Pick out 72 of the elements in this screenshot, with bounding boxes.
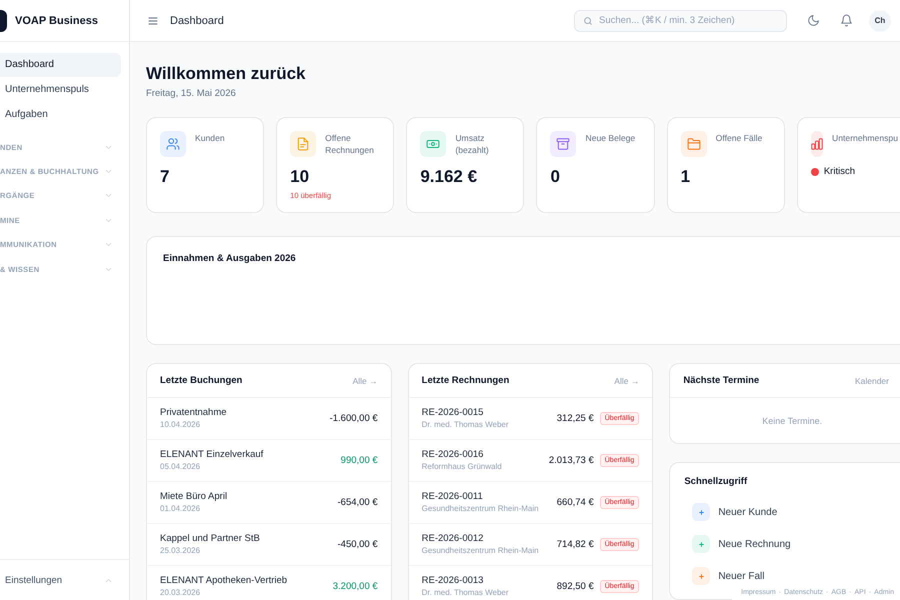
view-all-link[interactable]: Kalender xyxy=(854,376,889,386)
booking-date: 25.03.2026 xyxy=(160,545,202,556)
kpi-label: Offene Rechnungen xyxy=(325,132,375,156)
view-all-link[interactable]: Alle → xyxy=(352,376,378,386)
user-avatar[interactable]: Ch xyxy=(869,10,891,32)
kpi-value: 1 xyxy=(680,167,692,187)
quick-action[interactable]: Neuer Fall xyxy=(692,567,764,585)
settings-label: Einstellungen xyxy=(5,574,62,586)
invoice-customer: Gesundheitszentrum Rhein-Main xyxy=(422,503,539,514)
kpi-value: 7 xyxy=(160,167,170,187)
search-field[interactable]: Suchen... (⌘K / min. 3 Zeichen) xyxy=(574,10,787,32)
invoice-number: RE-2026-0016 xyxy=(422,449,484,461)
kpi-label: Unternehmenspu xyxy=(832,132,898,144)
booking-amount: -654,00 € xyxy=(338,497,378,508)
booking-date: 05.04.2026 xyxy=(160,461,202,472)
brand-name: VOAP Business xyxy=(15,14,98,26)
card-title: Letzte Buchungen xyxy=(160,374,242,386)
nav-item[interactable]: Unternehmenspuls xyxy=(0,78,121,102)
card-title: Nächste Termine xyxy=(683,374,760,386)
menu-icon[interactable] xyxy=(147,14,159,26)
invoice-amount: 892,50 € xyxy=(556,581,594,592)
kpi-label: Offene Fälle xyxy=(716,132,762,144)
kpi-label: Neue Belege xyxy=(585,132,636,144)
invoice-customer: Reformhaus Grünwald xyxy=(422,461,502,472)
quick-action[interactable]: Neue Rechnung xyxy=(692,535,791,553)
quick-action[interactable]: Neuer Kunde xyxy=(692,503,778,521)
invoice-amount: 660,74 € xyxy=(556,497,594,508)
quick-action-label: Neue Rechnung xyxy=(718,538,791,550)
booking-name: Privatentnahme xyxy=(160,407,227,419)
kpi-value: 9.162 € xyxy=(420,167,478,187)
kpi-value: 0 xyxy=(550,167,561,187)
page-title: Dashboard xyxy=(170,14,224,26)
booking-name: ELENANT Einzelverkauf xyxy=(160,449,264,461)
status-label: Kritisch xyxy=(824,166,855,177)
nav-item[interactable]: Aufgaben xyxy=(0,103,121,127)
booking-name: Miete Büro April xyxy=(160,491,228,503)
nav-item[interactable]: Dashboard xyxy=(0,53,121,77)
booking-amount: 990,00 € xyxy=(340,455,378,466)
card-title: Einnahmen & Ausgaben 2026 xyxy=(163,253,297,265)
invoice-number: RE-2026-0011 xyxy=(422,491,484,503)
moon-icon[interactable] xyxy=(807,14,820,27)
card-title: Schnellzugriff xyxy=(684,476,748,488)
invoice-amount: 2.013,73 € xyxy=(548,455,594,466)
invoice-amount: 714,82 € xyxy=(556,539,594,550)
quick-action-label: Neuer Fall xyxy=(718,570,764,582)
invoice-customer: Gesundheitszentrum Rhein-Main xyxy=(422,545,539,556)
booking-date: 01.04.2026 xyxy=(160,503,202,514)
booking-name: Kappel und Partner StB xyxy=(160,533,260,545)
view-all-link[interactable]: Alle → xyxy=(614,376,640,386)
invoice-number: RE-2026-0015 xyxy=(422,407,484,419)
invoice-number: RE-2026-0013 xyxy=(422,575,484,587)
kpi-label: Umsatz (bezahlt) xyxy=(455,132,490,156)
search-icon xyxy=(583,16,593,26)
card-title: Letzte Rechnungen xyxy=(422,374,510,386)
booking-date: 10.04.2026 xyxy=(160,419,202,430)
invoice-amount: 312,25 € xyxy=(556,413,594,424)
booking-date: 20.03.2026 xyxy=(160,587,202,598)
booking-amount: 3.200,00 € xyxy=(332,581,378,592)
date-text: Freitag, 15. Mai 2026 xyxy=(146,88,237,99)
booking-name: ELENANT Apotheken-Vertrieb xyxy=(160,575,288,587)
booking-amount: -450,00 € xyxy=(338,539,378,550)
kpi-value: 10 xyxy=(290,167,310,187)
settings-item[interactable]: Einstellungen xyxy=(0,559,129,600)
invoice-number: RE-2026-0012 xyxy=(422,533,484,545)
quick-action-label: Neuer Kunde xyxy=(718,506,778,518)
empty-message: Keine Termine. xyxy=(761,414,824,428)
booking-amount: -1.600,00 € xyxy=(330,413,378,424)
invoice-customer: Dr. med. Thomas Weber xyxy=(422,587,509,598)
page-heading: Willkommen zurück xyxy=(146,64,306,84)
kpi-label: Kunden xyxy=(195,132,225,144)
invoice-customer: Dr. med. Thomas Weber xyxy=(422,419,509,430)
bell-icon[interactable] xyxy=(840,14,853,27)
